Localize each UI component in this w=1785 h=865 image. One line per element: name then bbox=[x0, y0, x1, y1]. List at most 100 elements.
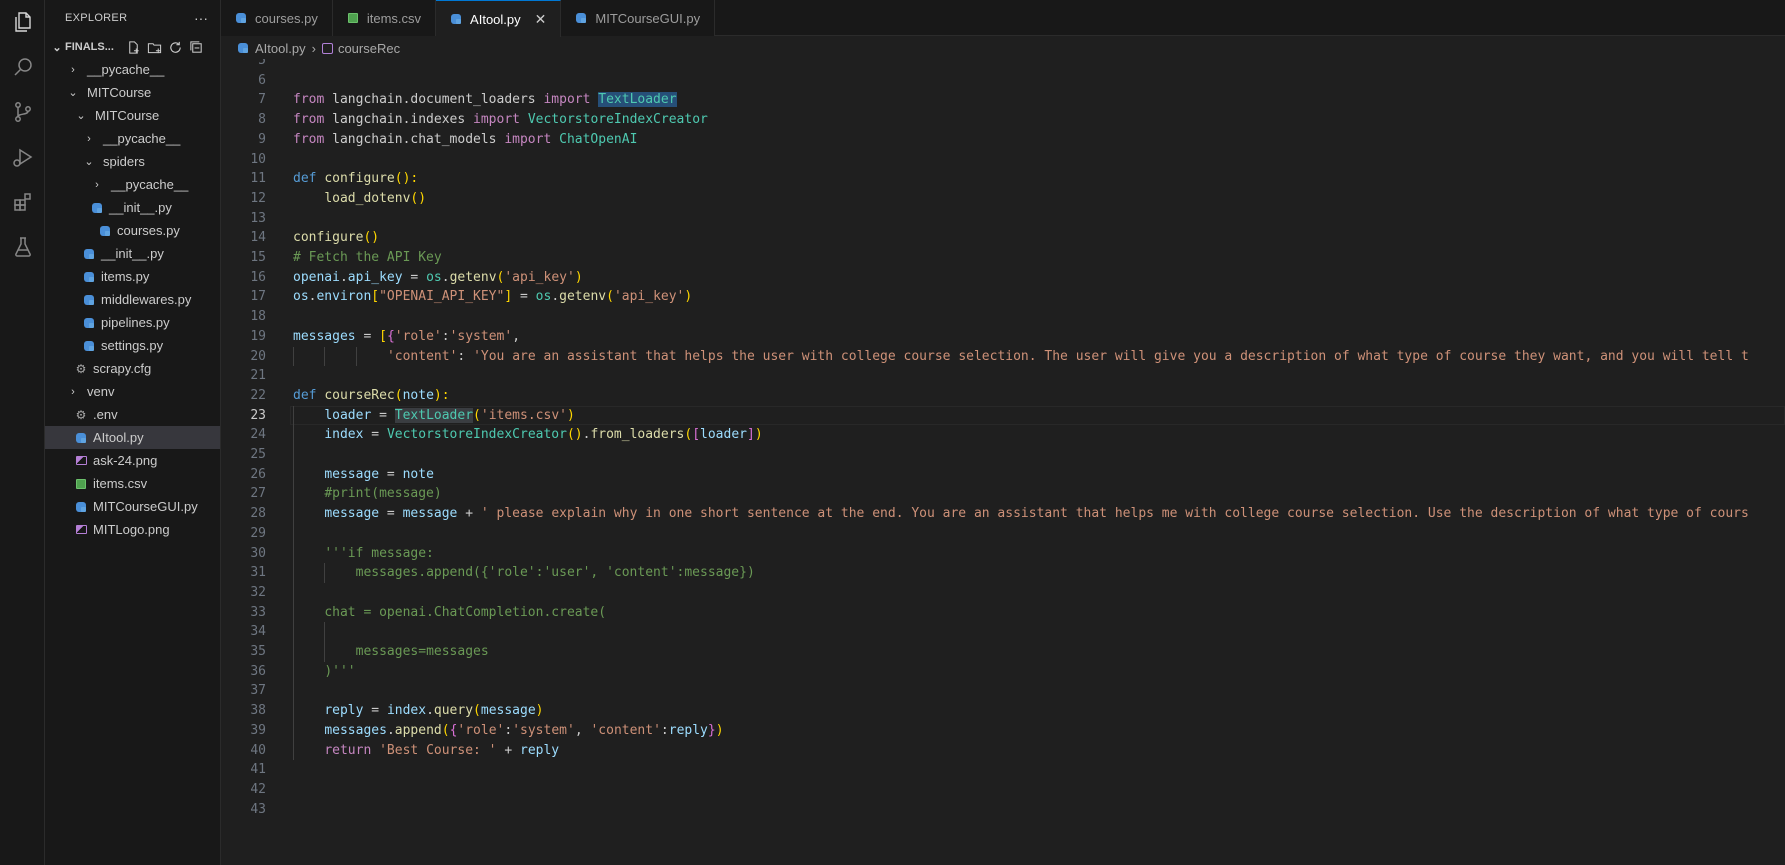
line-number: 18 bbox=[250, 309, 266, 325]
code-token: ) bbox=[715, 722, 724, 738]
code-token: note bbox=[402, 466, 434, 482]
source-control-icon[interactable] bbox=[0, 90, 45, 134]
tree-item[interactable]: AItool.py bbox=[45, 426, 220, 449]
tree-item[interactable]: __init__.py bbox=[45, 242, 220, 265]
more-actions-icon[interactable]: ··· bbox=[194, 10, 208, 26]
workspace-folder-label: FINALS... bbox=[65, 41, 114, 53]
tree-item-label: pipelines.py bbox=[101, 315, 170, 330]
tab-courses-py[interactable]: courses.py bbox=[221, 0, 333, 36]
chevron-right-icon: › bbox=[311, 40, 316, 56]
line-number: 39 bbox=[250, 722, 266, 738]
indent-guide bbox=[293, 405, 294, 761]
code-token: = bbox=[363, 427, 387, 443]
code-token: '''if message: bbox=[324, 545, 434, 561]
close-icon[interactable]: ✕ bbox=[535, 11, 547, 28]
tree-item[interactable]: items.csv bbox=[45, 472, 220, 495]
tab-items-csv[interactable]: items.csv bbox=[332, 0, 437, 36]
tree-item[interactable]: courses.py bbox=[45, 219, 220, 242]
code-token: ] bbox=[746, 427, 755, 443]
line-number: 23 bbox=[250, 407, 266, 423]
tree-item[interactable]: ⌄ MITCourse bbox=[45, 104, 220, 127]
line-number: 20 bbox=[250, 348, 266, 364]
extensions-icon[interactable] bbox=[0, 180, 45, 224]
collapse-all-icon[interactable] bbox=[189, 40, 204, 55]
code-token: TextLoader bbox=[598, 92, 677, 108]
code-token: = bbox=[402, 269, 427, 285]
code-token: 'You are an assistant that helps the use… bbox=[473, 348, 1749, 364]
code-token: ] bbox=[504, 289, 513, 305]
tab-mitcoursegui-py[interactable]: MITCourseGUI.py bbox=[561, 0, 716, 36]
new-folder-icon[interactable] bbox=[147, 40, 162, 55]
line-number: 36 bbox=[250, 663, 266, 679]
code-token: getenv bbox=[449, 269, 497, 285]
line-number: 42 bbox=[250, 781, 266, 797]
tree-item[interactable]: ⌄ MITCourse bbox=[45, 81, 220, 104]
code-token: VectorstoreIndexCreator bbox=[527, 112, 708, 128]
tab-aitool-py[interactable]: AItool.py ✕ bbox=[436, 0, 562, 37]
line-number: 30 bbox=[250, 545, 266, 561]
chevron-down-icon: ⌄ bbox=[52, 41, 62, 54]
code-line: openai.api_key = os.getenv('api_key') bbox=[293, 268, 583, 288]
code-token: (): bbox=[394, 171, 419, 187]
tree-item[interactable]: › venv bbox=[45, 380, 220, 403]
tree-item[interactable]: MITCourseGUI.py bbox=[45, 495, 220, 518]
tree-item[interactable]: settings.py bbox=[45, 334, 220, 357]
code-line: def courseRec(note): bbox=[293, 386, 450, 406]
tree-item[interactable]: › __pycache__ bbox=[45, 58, 220, 81]
new-file-icon[interactable] bbox=[126, 40, 141, 55]
python-file-icon bbox=[97, 224, 113, 238]
code-token: ChatOpenAI bbox=[559, 131, 638, 147]
breadcrumb-file[interactable]: AItool.py bbox=[255, 41, 306, 56]
tree-item[interactable]: MITLogo.png bbox=[45, 518, 220, 541]
code-line: index = VectorstoreIndexCreator().from_l… bbox=[324, 425, 762, 445]
workspace-folder[interactable]: ⌄ FINALS... bbox=[45, 36, 220, 58]
code-token: + bbox=[457, 506, 481, 522]
breadcrumb-symbol[interactable]: courseRec bbox=[338, 41, 400, 56]
code-token: query bbox=[433, 703, 474, 719]
code-token: ) bbox=[574, 269, 583, 285]
explorer-icon[interactable] bbox=[0, 0, 45, 44]
tree-item-label: venv bbox=[87, 384, 115, 399]
line-number: 25 bbox=[250, 447, 266, 462]
tree-item[interactable]: ⚙ .env bbox=[45, 403, 220, 426]
tab-label: MITCourseGUI.py bbox=[595, 10, 701, 26]
code-token: { bbox=[386, 328, 395, 344]
tree-item[interactable]: middlewares.py bbox=[45, 288, 220, 311]
code-token: note bbox=[402, 387, 434, 403]
code-token: "OPENAI_API_KEY" bbox=[379, 289, 505, 305]
testing-icon[interactable] bbox=[0, 225, 45, 269]
tree-item[interactable]: pipelines.py bbox=[45, 311, 220, 334]
tree-item-label: settings.py bbox=[101, 338, 164, 353]
run-debug-icon[interactable] bbox=[0, 135, 45, 179]
code-token: reply bbox=[324, 703, 364, 719]
code-token: : bbox=[660, 722, 669, 738]
code-editor[interactable]: 5 6 7 8 9 10 11 12 13 14 15 16 17 18 19 20 21 22 23 24 25 26 2… bbox=[221, 59, 1785, 865]
tree-item[interactable]: items.py bbox=[45, 265, 220, 288]
code-line: return 'Best Course: ' + reply bbox=[324, 741, 559, 761]
code-token: from bbox=[293, 112, 325, 128]
code-line: # Fetch the API Key bbox=[293, 248, 442, 268]
tree-item[interactable]: __init__.py bbox=[45, 196, 220, 219]
code-token: ( bbox=[473, 703, 481, 719]
code-token: 'role' bbox=[457, 722, 505, 738]
line-number: 37 bbox=[250, 683, 266, 699]
code-token: () bbox=[363, 230, 380, 246]
code-line: '''if message: bbox=[324, 544, 434, 564]
tree-item[interactable]: ask-24.png bbox=[45, 449, 220, 472]
tree-item-label: MITCourse bbox=[95, 108, 160, 123]
code-token: . bbox=[426, 703, 434, 719]
tree-item[interactable]: ⌄ spiders bbox=[45, 150, 220, 173]
tree-item[interactable]: ⚙ scrapy.cfg bbox=[45, 357, 220, 380]
tree-item[interactable]: › __pycache__ bbox=[45, 127, 220, 150]
tree-item[interactable]: › __pycache__ bbox=[45, 173, 220, 196]
code-line: messages.append({'role':'system', 'conte… bbox=[324, 721, 723, 741]
refresh-icon[interactable] bbox=[168, 40, 183, 55]
code-line: )''' bbox=[324, 662, 355, 682]
search-icon[interactable] bbox=[0, 45, 45, 89]
line-number: 12 bbox=[250, 190, 266, 206]
code-line: def configure(): bbox=[293, 169, 418, 189]
file-tree: › __pycache__ ⌄ MITCourse ⌄ MITCourse › __pycac… bbox=[45, 58, 220, 541]
code-token: langchain.document_loaders bbox=[324, 92, 544, 108]
